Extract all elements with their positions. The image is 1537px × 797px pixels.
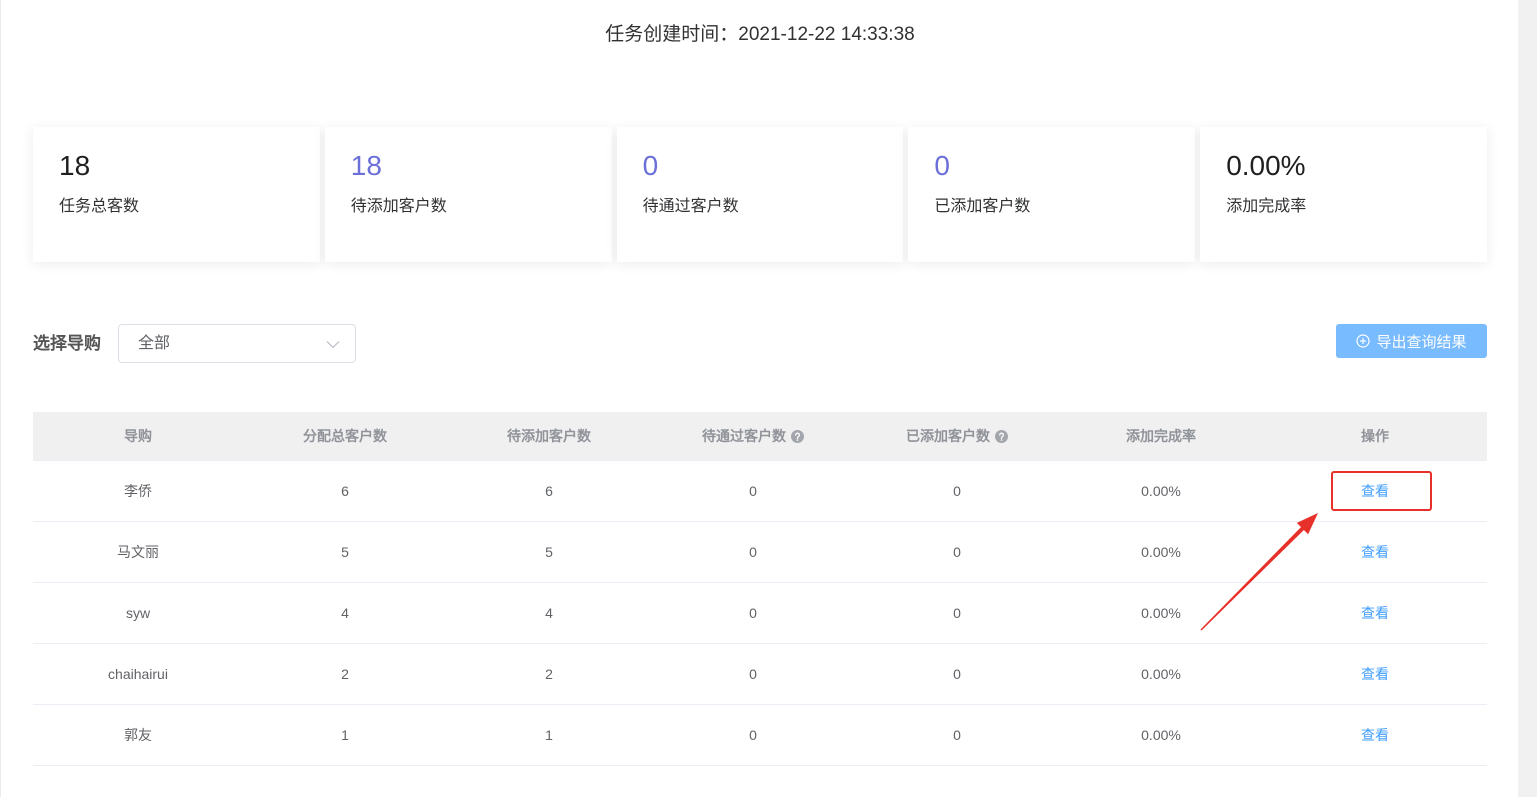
created-time-value: 2021-12-22 14:33:38 bbox=[738, 24, 915, 45]
export-results-button[interactable]: 导出查询结果 bbox=[1336, 324, 1487, 358]
stat-pending-approval-label: 待通过客户数 bbox=[642, 198, 739, 215]
column-header-label: 待添加客户数 bbox=[507, 428, 591, 444]
column-header-completion-rate: 添加完成率 bbox=[1059, 412, 1263, 460]
cell-guide: 马文丽 bbox=[117, 544, 159, 560]
table-body: 李侨 6 6 0 0 0.00% 查看 马文丽 5 5 0 0 0.00% 查看… bbox=[33, 461, 1487, 766]
stat-added-label: 已添加客户数 bbox=[934, 198, 1031, 215]
cell-added: 0 bbox=[953, 544, 961, 560]
stat-added-value: 0 bbox=[934, 150, 950, 181]
cell-pending-add: 1 bbox=[545, 727, 553, 743]
view-link[interactable]: 查看 bbox=[1361, 603, 1389, 623]
table-row: syw 4 4 0 0 0.00% 查看 bbox=[33, 583, 1487, 644]
cell-actions: 查看 bbox=[1263, 522, 1487, 582]
cell-actions: 查看 bbox=[1263, 583, 1487, 643]
column-header-total-customers: 分配总客户数 bbox=[243, 412, 447, 460]
column-header-actions: 操作 bbox=[1263, 412, 1487, 460]
cell-actions: 查看 bbox=[1263, 461, 1487, 521]
cell-added: 0 bbox=[953, 727, 961, 743]
question-circle-icon[interactable] bbox=[791, 429, 804, 443]
cell-total-customers: 5 bbox=[341, 544, 349, 560]
table-row: 李侨 6 6 0 0 0.00% 查看 bbox=[33, 461, 1487, 522]
cell-completion-rate: 0.00% bbox=[1141, 727, 1181, 743]
stat-completion-rate-value: 0.00% bbox=[1226, 150, 1306, 181]
plus-circle-icon bbox=[1356, 334, 1371, 348]
table-row: 郭友 1 1 0 0 0.00% 查看 bbox=[33, 705, 1487, 766]
table-row: chaihairui 2 2 0 0 0.00% 查看 bbox=[33, 644, 1487, 705]
cell-completion-rate: 0.00% bbox=[1141, 666, 1181, 682]
cell-total-customers: 1 bbox=[341, 727, 349, 743]
table-header: 导购 分配总客户数 待添加客户数 待通过客户数 已添加客户数 添加完成率 操作 bbox=[33, 412, 1487, 461]
column-header-guide: 导购 bbox=[33, 412, 243, 460]
task-created-time: 任务创建时间：2021-12-22 14:33:38 bbox=[1, 23, 1519, 47]
view-link[interactable]: 查看 bbox=[1361, 664, 1389, 684]
cell-actions: 查看 bbox=[1263, 705, 1487, 765]
column-header-added: 已添加客户数 bbox=[855, 412, 1059, 460]
cell-pending-approval: 0 bbox=[749, 605, 757, 621]
cell-guide: 郭友 bbox=[124, 727, 152, 743]
cell-pending-approval: 0 bbox=[749, 483, 757, 499]
guide-filter-label: 选择导购 bbox=[33, 334, 101, 353]
column-header-pending-add: 待添加客户数 bbox=[447, 412, 651, 460]
cell-pending-add: 5 bbox=[545, 544, 553, 560]
column-header-label: 分配总客户数 bbox=[303, 428, 387, 444]
cell-completion-rate: 0.00% bbox=[1141, 483, 1181, 499]
view-link[interactable]: 查看 bbox=[1361, 542, 1389, 562]
stat-card-added: 0 已添加客户数 bbox=[908, 127, 1196, 262]
stat-card-total-customers: 18 任务总客数 bbox=[33, 127, 320, 262]
task-detail-page: 任务创建时间：2021-12-22 14:33:38 18 任务总客数 18 待… bbox=[0, 0, 1518, 797]
export-results-label: 导出查询结果 bbox=[1376, 333, 1467, 351]
stat-total-customers-value: 18 bbox=[59, 150, 91, 181]
column-header-label: 导购 bbox=[124, 428, 152, 444]
stat-pending-add-value: 18 bbox=[350, 150, 382, 181]
cell-pending-add: 6 bbox=[545, 483, 553, 499]
chevron-down-icon bbox=[326, 341, 340, 349]
cell-guide: chaihairui bbox=[108, 666, 168, 682]
stat-total-customers-label: 任务总客数 bbox=[59, 198, 140, 215]
cell-added: 0 bbox=[953, 605, 961, 621]
cell-total-customers: 4 bbox=[341, 605, 349, 621]
view-link[interactable]: 查看 bbox=[1361, 481, 1389, 501]
cell-pending-add: 2 bbox=[545, 666, 553, 682]
cell-guide: syw bbox=[125, 605, 151, 621]
column-header-label: 添加完成率 bbox=[1126, 428, 1196, 444]
cell-added: 0 bbox=[953, 666, 961, 682]
stat-pending-approval-value: 0 bbox=[642, 150, 659, 181]
scrollbar-track[interactable] bbox=[1518, 0, 1537, 797]
cell-guide: 李侨 bbox=[124, 483, 152, 499]
cell-actions: 查看 bbox=[1263, 644, 1487, 704]
table-row: 马文丽 5 5 0 0 0.00% 查看 bbox=[33, 522, 1487, 583]
created-time-label: 任务创建时间： bbox=[605, 24, 739, 45]
view-link[interactable]: 查看 bbox=[1361, 725, 1389, 745]
guide-select[interactable]: 全部 bbox=[118, 324, 356, 363]
cell-completion-rate: 0.00% bbox=[1141, 544, 1181, 560]
stat-completion-rate-label: 添加完成率 bbox=[1226, 198, 1307, 215]
column-header-pending-approval: 待通过客户数 bbox=[651, 412, 855, 460]
cell-total-customers: 6 bbox=[341, 483, 349, 499]
column-header-label: 操作 bbox=[1361, 428, 1389, 444]
stat-card-completion-rate: 0.00% 添加完成率 bbox=[1200, 127, 1487, 262]
cell-pending-approval: 0 bbox=[749, 666, 757, 682]
stat-card-pending-add: 18 待添加客户数 bbox=[324, 127, 612, 262]
cell-pending-add: 4 bbox=[545, 605, 553, 621]
cell-completion-rate: 0.00% bbox=[1141, 605, 1181, 621]
column-header-label: 已添加客户数 bbox=[906, 428, 990, 444]
stat-card-pending-approval: 0 待通过客户数 bbox=[616, 127, 904, 262]
cell-pending-approval: 0 bbox=[749, 727, 757, 743]
question-circle-icon[interactable] bbox=[995, 429, 1008, 443]
column-header-label: 待通过客户数 bbox=[702, 428, 786, 444]
guide-select-value: 全部 bbox=[138, 335, 171, 352]
cell-added: 0 bbox=[953, 483, 961, 499]
cell-pending-approval: 0 bbox=[749, 544, 757, 560]
cell-total-customers: 2 bbox=[341, 666, 349, 682]
stat-pending-add-label: 待添加客户数 bbox=[350, 198, 447, 215]
stats-row: 18 任务总客数 18 待添加客户数 0 待通过客户数 0 已添加客户数 0.0… bbox=[33, 127, 1487, 262]
